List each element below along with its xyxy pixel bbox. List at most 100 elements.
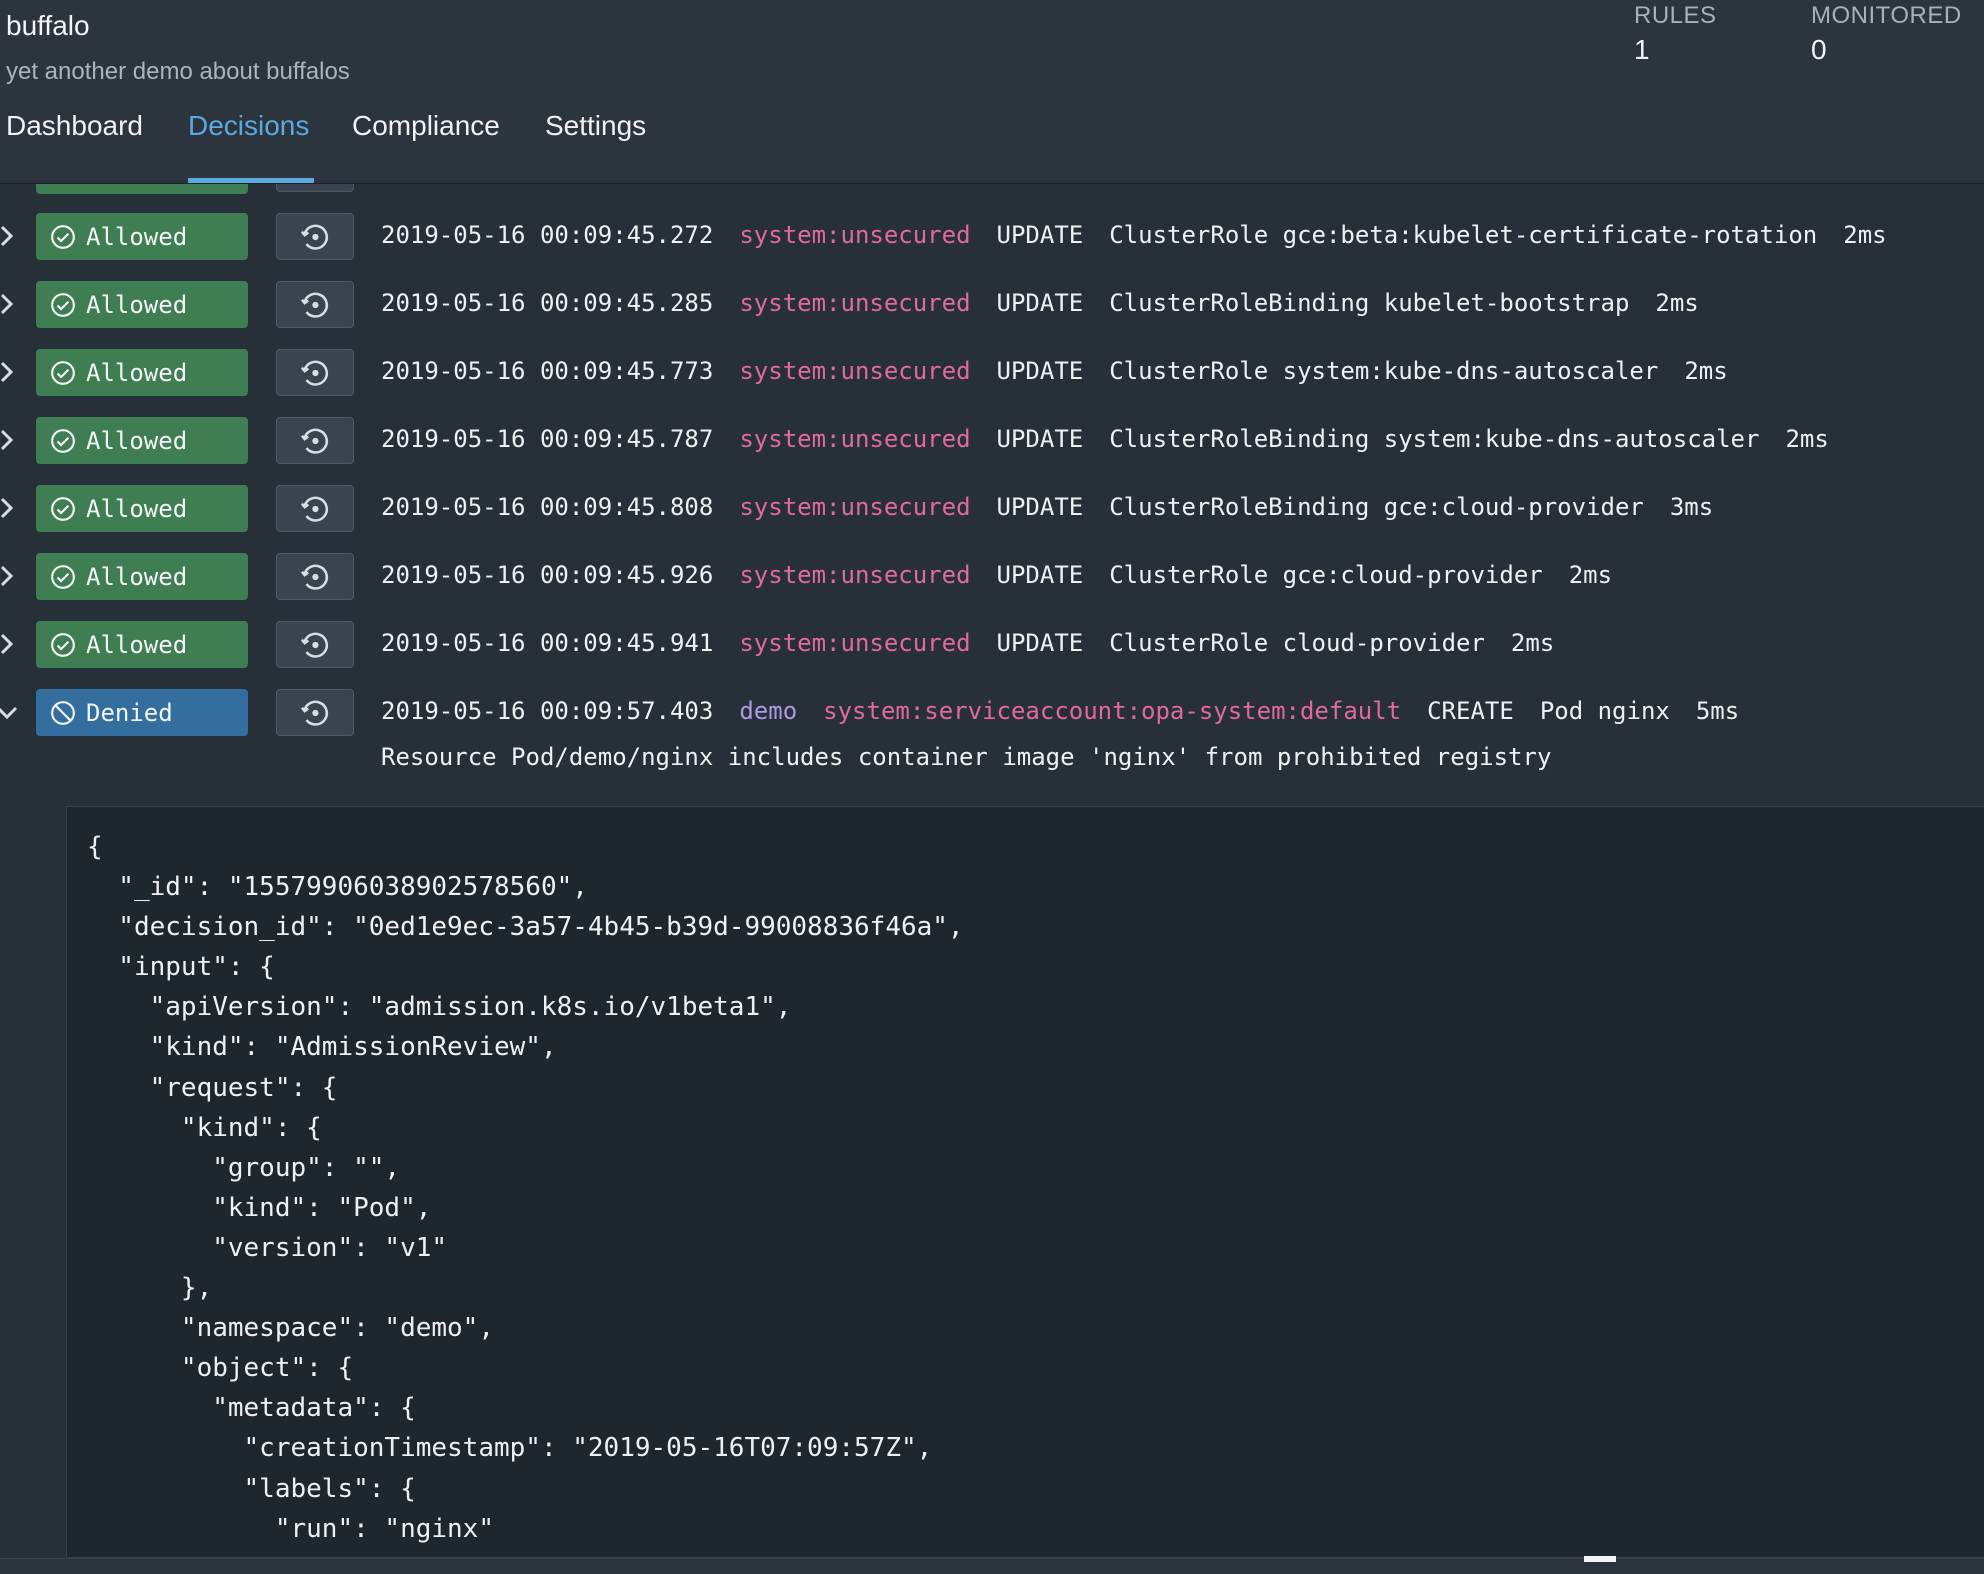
previous-row-replay-button[interactable] — [276, 184, 354, 192]
decision-user: system:unsecured — [739, 357, 971, 385]
decision-operation: UPDATE — [996, 561, 1084, 589]
status-badge[interactable]: Allowed — [36, 213, 248, 260]
decision-row[interactable]: Allowed 2019-05-16 00:09:45.787 system:uns… — [0, 415, 1984, 465]
decision-operation: UPDATE — [996, 357, 1084, 385]
replay-icon — [298, 288, 332, 322]
check-circle-icon — [50, 292, 86, 318]
decision-timestamp: 2019-05-16 00:09:45.926 — [381, 561, 714, 589]
status-badge[interactable]: Allowed — [36, 553, 248, 600]
replay-icon — [298, 628, 332, 662]
replay-button[interactable] — [276, 689, 354, 736]
chevron-right-icon[interactable] — [0, 427, 18, 453]
status-badge[interactable]: Allowed — [36, 485, 248, 532]
decision-timestamp: 2019-05-16 00:09:45.285 — [381, 289, 714, 317]
denied-reason: Resource Pod/demo/nginx includes contain… — [381, 743, 1552, 771]
decision-summary: 2019-05-16 00:09:45.808 system:unsecured U… — [381, 493, 1739, 521]
decision-summary: 2019-05-16 00:09:45.787 system:unsecured U… — [381, 425, 1855, 453]
decision-row[interactable]: Allowed 2019-05-16 00:09:45.941 system:uns… — [0, 619, 1984, 669]
decision-row[interactable]: Allowed 2019-05-16 00:09:45.808 system:uns… — [0, 483, 1984, 533]
status-label: Denied — [86, 698, 173, 727]
decision-user: system:unsecured — [739, 561, 971, 589]
ban-icon — [50, 700, 86, 726]
status-badge[interactable]: Allowed — [36, 349, 248, 396]
status-badge[interactable]: Allowed — [36, 417, 248, 464]
decision-json-panel[interactable]: { "_id": "15579906038902578560", "decisi… — [66, 806, 1984, 1558]
decision-duration: 2ms — [1843, 221, 1887, 249]
replay-icon — [298, 696, 332, 730]
decision-user: system:unsecured — [739, 221, 971, 249]
decision-user: system:unsecured — [739, 425, 971, 453]
decision-row[interactable]: Allowed 2019-05-16 00:09:45.285 system:uns… — [0, 279, 1984, 329]
decision-operation: UPDATE — [996, 289, 1084, 317]
rules-stat: RULES 1 — [1634, 2, 1717, 66]
decision-user: system:serviceaccount:opa-system:default — [823, 697, 1402, 725]
chevron-right-icon[interactable] — [0, 291, 18, 317]
status-label: Allowed — [86, 290, 188, 319]
chevron-right-icon[interactable] — [0, 631, 18, 657]
chevron-right-icon[interactable] — [0, 563, 18, 589]
status-badge[interactable]: Denied — [36, 689, 248, 736]
replay-button[interactable] — [276, 213, 354, 260]
decision-resource: ClusterRole system:kube-dns-autoscaler — [1109, 357, 1659, 385]
previous-row-badge[interactable] — [36, 184, 248, 194]
decision-user: system:unsecured — [739, 629, 971, 657]
status-label: Allowed — [86, 358, 188, 387]
decision-resource: ClusterRole cloud-provider — [1109, 629, 1485, 657]
decision-resource: ClusterRole gce:beta:kubelet-certificate… — [1109, 221, 1818, 249]
decision-resource: ClusterRoleBinding system:kube-dns-autos… — [1109, 425, 1760, 453]
replay-button[interactable] — [276, 621, 354, 668]
monitored-stat: MONITORED 0 — [1811, 2, 1962, 66]
status-label: Allowed — [86, 630, 188, 659]
monitored-label: MONITORED — [1811, 2, 1962, 29]
chevron-right-icon[interactable] — [0, 495, 18, 521]
decision-duration: 2ms — [1785, 425, 1829, 453]
bottom-bar — [0, 1558, 1984, 1574]
decision-row[interactable]: Allowed 2019-05-16 00:09:45.926 system:uns… — [0, 551, 1984, 601]
decision-duration: 3ms — [1669, 493, 1714, 521]
decision-summary: 2019-05-16 00:09:45.773 system:unsecured U… — [381, 357, 1754, 385]
tab-dashboard[interactable]: Dashboard — [6, 110, 143, 142]
chevron-right-icon[interactable] — [0, 223, 18, 249]
chevron-right-icon[interactable] — [0, 359, 18, 385]
decision-resource: ClusterRoleBinding gce:cloud-provider — [1109, 493, 1644, 521]
active-tab-indicator — [188, 178, 314, 183]
check-circle-icon — [50, 632, 86, 658]
replay-button[interactable] — [276, 417, 354, 464]
rules-count: 1 — [1634, 34, 1650, 65]
status-label: Allowed — [86, 562, 188, 591]
tab-compliance[interactable]: Compliance — [352, 110, 500, 142]
decision-timestamp: 2019-05-16 00:09:45.808 — [381, 493, 714, 521]
decision-timestamp: 2019-05-16 00:09:45.941 — [381, 629, 714, 657]
decision-operation: UPDATE — [996, 493, 1084, 521]
replay-button[interactable] — [276, 553, 354, 600]
chevron-down-icon[interactable] — [0, 699, 18, 725]
decision-operation: UPDATE — [996, 629, 1084, 657]
decision-summary: 2019-05-16 00:09:45.272 system:unsecured U… — [381, 221, 1913, 249]
status-badge[interactable]: Allowed — [36, 281, 248, 328]
decision-row[interactable]: Denied 2019-05-16 00:09:57.403 demo system:… — [0, 687, 1984, 737]
decision-duration: 2ms — [1684, 357, 1728, 385]
decision-row[interactable]: Allowed 2019-05-16 00:09:45.272 system:uns… — [0, 211, 1984, 261]
app-subtitle: yet another demo about buffalos — [6, 58, 350, 85]
decision-operation: UPDATE — [996, 425, 1084, 453]
decision-operation: UPDATE — [996, 221, 1084, 249]
decision-timestamp: 2019-05-16 00:09:45.272 — [381, 221, 714, 249]
decision-timestamp: 2019-05-16 00:09:45.787 — [381, 425, 714, 453]
status-label: Allowed — [86, 426, 188, 455]
decision-row[interactable]: Allowed 2019-05-16 00:09:45.773 system:uns… — [0, 347, 1984, 397]
replay-button[interactable] — [276, 281, 354, 328]
status-badge[interactable]: Allowed — [36, 621, 248, 668]
app-title: buffalo — [6, 10, 90, 41]
replay-button[interactable] — [276, 349, 354, 396]
decision-duration: 2ms — [1655, 289, 1699, 317]
decision-timestamp: 2019-05-16 00:09:57.403 — [381, 697, 714, 725]
decision-summary: 2019-05-16 00:09:45.941 system:unsecured U… — [381, 629, 1580, 657]
replay-button[interactable] — [276, 485, 354, 532]
decision-operation: CREATE — [1427, 697, 1514, 725]
replay-icon — [298, 220, 332, 254]
check-circle-icon — [50, 564, 86, 590]
tab-decisions[interactable]: Decisions — [188, 110, 309, 142]
decision-summary: 2019-05-16 00:09:45.285 system:unsecured U… — [381, 289, 1725, 317]
tab-settings[interactable]: Settings — [545, 110, 646, 142]
scrollbar-thumb[interactable] — [1584, 1556, 1616, 1562]
